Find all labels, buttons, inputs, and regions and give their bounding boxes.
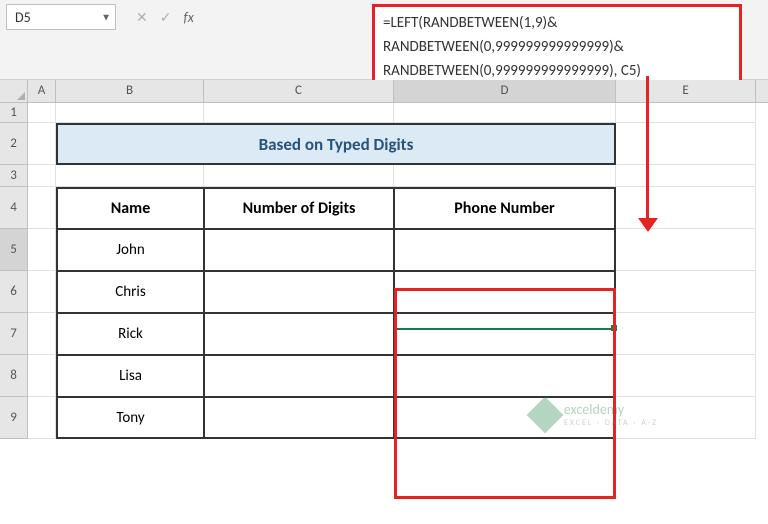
row-header-4[interactable]: 4 [0,187,28,229]
row-8: 8 Lisa [0,355,768,397]
check-icon[interactable]: ✓ [160,9,172,26]
row-header-1[interactable]: 1 [0,103,28,123]
cell-A7[interactable] [28,313,56,355]
cell-C1[interactable] [204,103,394,123]
col-header-B[interactable]: B [56,80,204,102]
cell-A8[interactable] [28,355,56,397]
cancel-icon[interactable]: ✕ [136,9,148,26]
row-6: 6 Chris [0,271,768,313]
row-header-9[interactable]: 9 [0,397,28,439]
cell-A5[interactable] [28,229,56,271]
col-header-C[interactable]: C [204,80,394,102]
col-header-A[interactable]: A [28,80,56,102]
row-1: 1 [0,103,768,123]
header-phone[interactable]: Phone Number [394,187,616,229]
grid-rows: 1 2 Based on Typed Digits 3 4 Name Numbe [0,103,768,439]
cell-B6[interactable]: Chris [56,271,204,313]
header-name[interactable]: Name [56,187,204,229]
cell-E4[interactable] [616,187,756,229]
col-header-D[interactable]: D [394,80,616,102]
row-header-3[interactable]: 3 [0,165,28,187]
cell-E6[interactable] [616,271,756,313]
cell-A4[interactable] [28,187,56,229]
formula-bar[interactable]: =LEFT(RANDBETWEEN(1,9)& RANDBETWEEN(0,99… [372,4,742,90]
title-cell[interactable]: Based on Typed Digits [56,123,616,165]
cell-A9[interactable] [28,397,56,439]
watermark: exceldemy EXCEL · DATA · A-Z [532,401,658,428]
row-3: 3 [0,165,768,187]
cell-B7[interactable]: Rick [56,313,204,355]
spreadsheet: A B C D E 1 2 Based on Typed Digits 3 [0,80,768,439]
cell-A6[interactable] [28,271,56,313]
cell-E3[interactable] [616,165,756,187]
cell-B9[interactable]: Tony [56,397,204,439]
cell-C9[interactable] [204,397,394,439]
name-box[interactable]: D5 ▼ [6,4,116,30]
cell-D7[interactable] [394,313,616,355]
cell-B3[interactable] [56,165,204,187]
cell-D6[interactable] [394,271,616,313]
fx-icon[interactable]: fx [183,9,193,26]
row-header-8[interactable]: 8 [0,355,28,397]
cell-D8[interactable] [394,355,616,397]
formula-line-1: =LEFT(RANDBETWEEN(1,9)& [383,11,731,35]
cell-C6[interactable] [204,271,394,313]
cell-E2[interactable] [616,123,756,165]
chevron-down-icon[interactable]: ▼ [101,11,111,24]
cell-C5[interactable] [204,229,394,271]
cell-B5[interactable]: John [56,229,204,271]
cell-D3[interactable] [394,165,616,187]
row-header-7[interactable]: 7 [0,313,28,355]
cell-E5[interactable] [616,229,756,271]
cell-D5[interactable] [394,229,616,271]
select-all-button[interactable] [0,80,28,102]
watermark-tagline: EXCEL · DATA · A-Z [564,418,658,428]
name-box-value: D5 [15,9,31,26]
column-headers: A B C D E [0,80,768,103]
formula-bar-area: D5 ▼ ✕ ✓ fx =LEFT(RANDBETWEEN(1,9)& RAND… [0,0,768,80]
cell-D1[interactable] [394,103,616,123]
row-5: 5 John [0,229,768,271]
row-header-5[interactable]: 5 [0,229,28,271]
cell-A3[interactable] [28,165,56,187]
watermark-brand: exceldemy [564,401,658,418]
cell-E7[interactable] [616,313,756,355]
cell-A2[interactable] [28,123,56,165]
formula-controls: ✕ ✓ fx [136,4,194,30]
row-header-2[interactable]: 2 [0,123,28,165]
cell-C7[interactable] [204,313,394,355]
row-2: 2 Based on Typed Digits [0,123,768,165]
row-header-6[interactable]: 6 [0,271,28,313]
cell-A1[interactable] [28,103,56,123]
col-header-E[interactable]: E [616,80,756,102]
row-7: 7 Rick [0,313,768,355]
formula-line-2: RANDBETWEEN(0,999999999999999)& [383,35,731,59]
annotation-arrow-head [638,218,658,232]
cell-E1[interactable] [616,103,756,123]
cell-B8[interactable]: Lisa [56,355,204,397]
cell-C3[interactable] [204,165,394,187]
watermark-icon [526,396,563,433]
cell-C8[interactable] [204,355,394,397]
cell-B1[interactable] [56,103,204,123]
annotation-arrow-line [646,76,649,222]
cell-E8[interactable] [616,355,756,397]
header-digits[interactable]: Number of Digits [204,187,394,229]
